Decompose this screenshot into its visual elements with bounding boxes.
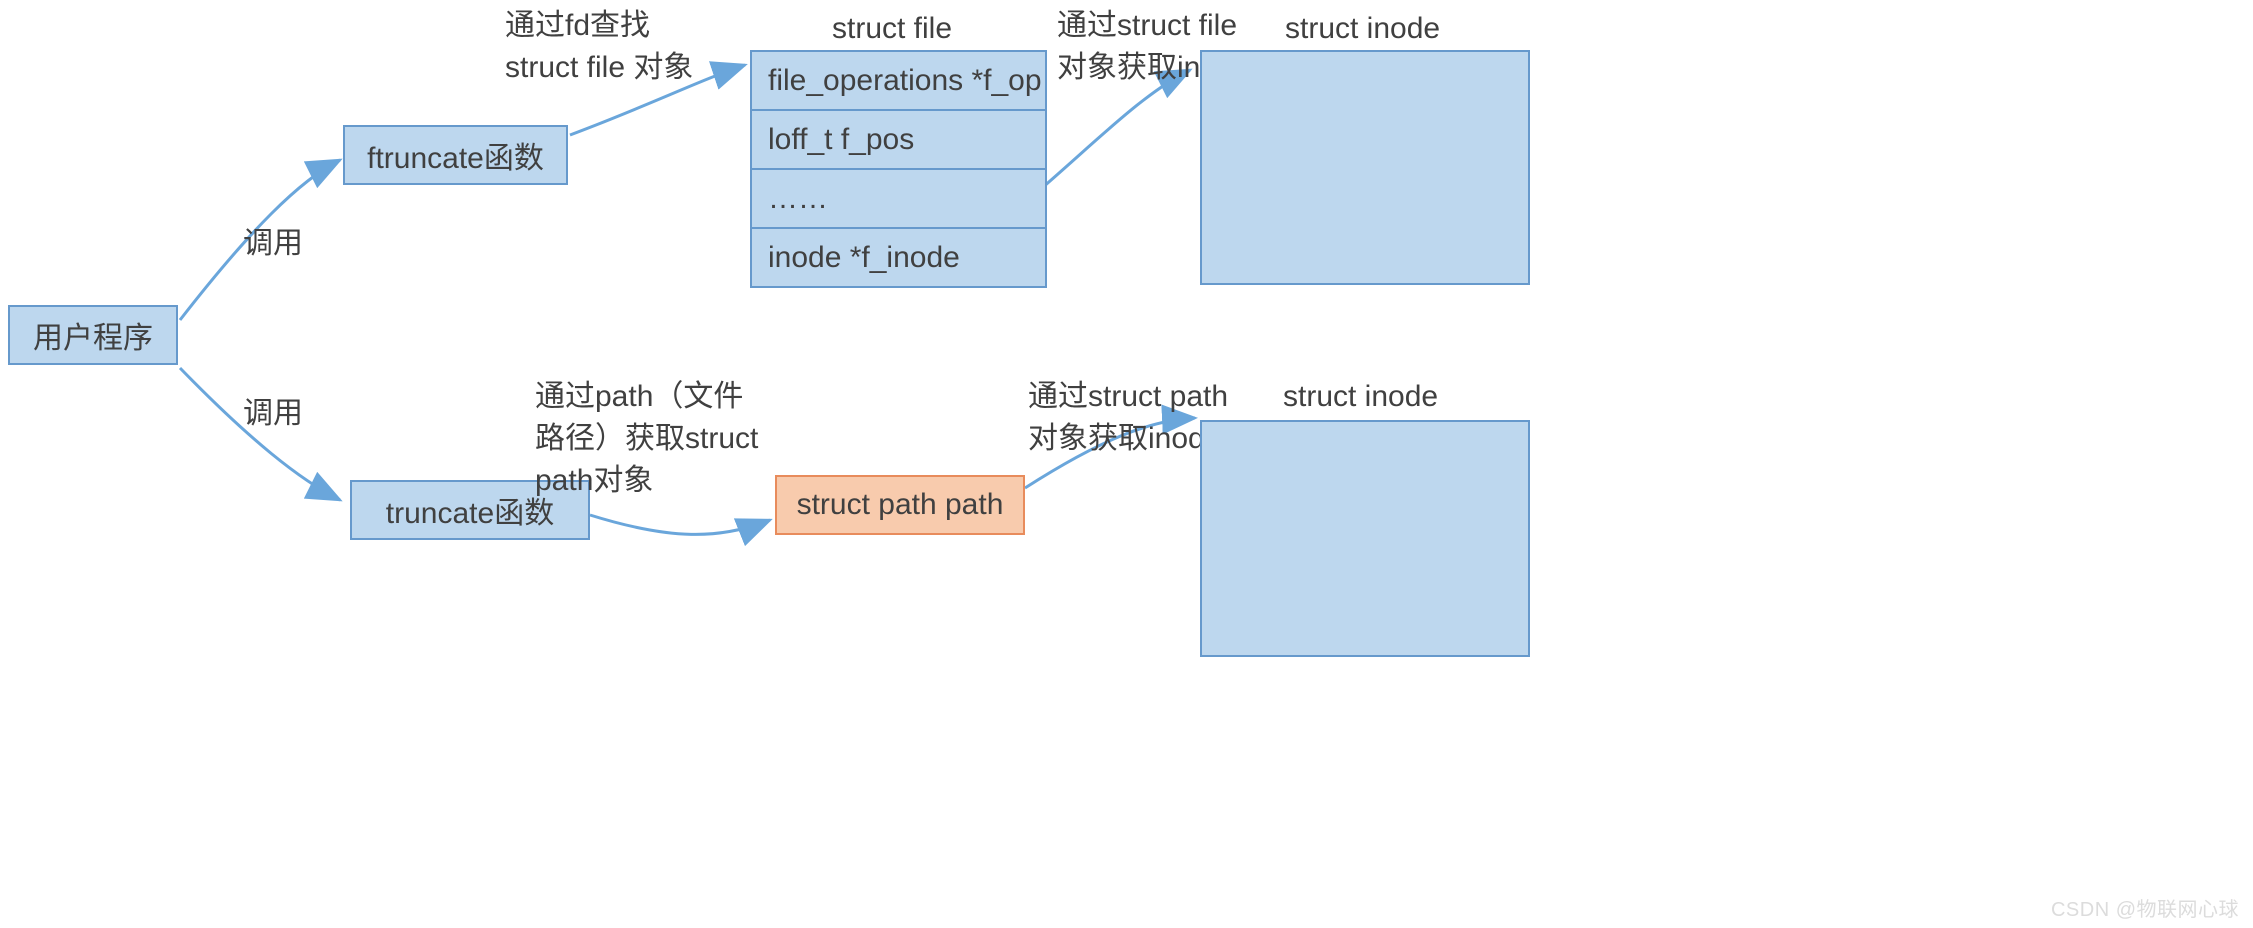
truncate-func-label: truncate函数 xyxy=(386,488,554,532)
ftruncate-func-label: ftruncate函数 xyxy=(367,133,544,177)
fd-lookup-label: 通过fd查找 struct file 对象 xyxy=(505,5,693,89)
struct-file-row-ellipsis: …… xyxy=(752,170,1045,229)
struct-inode-top-box xyxy=(1200,50,1530,285)
path-lookup-line3: path对象 xyxy=(535,460,758,502)
struct-file-title: struct file xyxy=(832,8,952,50)
fd-lookup-line1: 通过fd查找 xyxy=(505,5,693,47)
call-label-bottom: 调用 xyxy=(243,393,303,435)
watermark: CSDN @物联网心球 xyxy=(2051,893,2239,922)
struct-path-to-inode-line2: 对象获取inode xyxy=(1028,418,1228,460)
user-program-label: 用户程序 xyxy=(33,313,153,357)
user-program-box: 用户程序 xyxy=(8,305,178,365)
fd-lookup-line2: struct file 对象 xyxy=(505,47,693,89)
struct-path-path-label: struct path path xyxy=(797,488,1004,522)
struct-inode-bottom-box xyxy=(1200,420,1530,657)
struct-file-row-fop: file_operations *f_op xyxy=(752,52,1045,111)
path-lookup-line2: 路径）获取struct xyxy=(535,418,758,460)
struct-file-row-fpos: loff_t f_pos xyxy=(752,111,1045,170)
struct-path-to-inode-label: 通过struct path 对象获取inode xyxy=(1028,376,1228,460)
call-label-top: 调用 xyxy=(243,223,303,265)
struct-path-to-inode-line1: 通过struct path xyxy=(1028,376,1228,418)
struct-file-to-inode-line1: 通过struct file xyxy=(1057,5,1250,47)
path-lookup-label: 通过path（文件 路径）获取struct path对象 xyxy=(535,376,758,502)
struct-inode-top-title: struct inode xyxy=(1285,8,1440,50)
path-lookup-line1: 通过path（文件 xyxy=(535,376,758,418)
struct-path-path-box: struct path path xyxy=(775,475,1025,535)
ftruncate-func-box: ftruncate函数 xyxy=(343,125,568,185)
struct-file-table: file_operations *f_op loff_t f_pos …… in… xyxy=(750,50,1047,288)
struct-file-row-finode: inode *f_inode xyxy=(752,229,1045,286)
struct-inode-bottom-title: struct inode xyxy=(1283,376,1438,418)
arrows-layer xyxy=(0,0,2253,928)
